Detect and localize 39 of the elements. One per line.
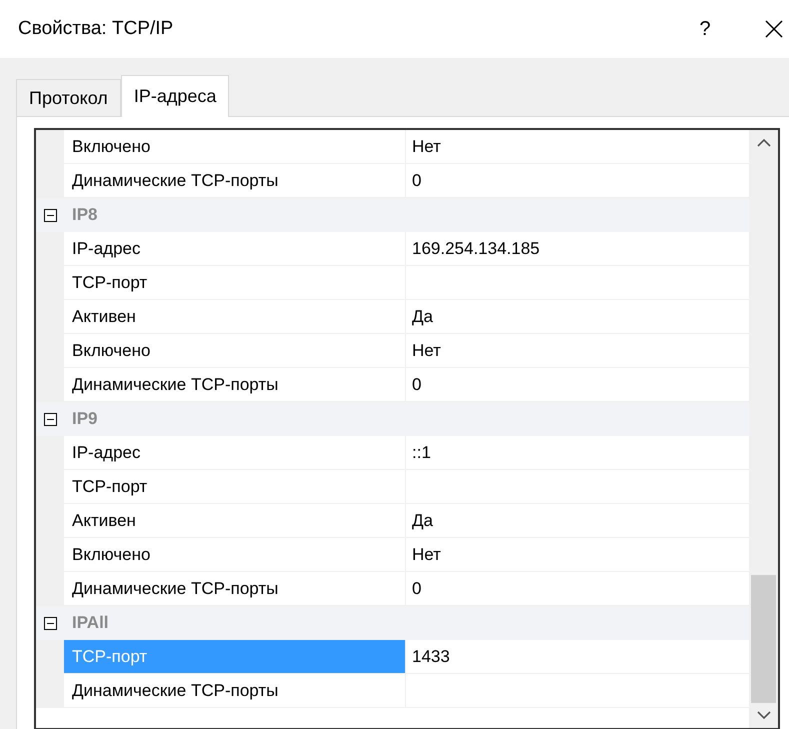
collapse-icon[interactable] (44, 616, 56, 630)
property-value[interactable]: Нет (412, 338, 441, 364)
property-name[interactable]: Активен (64, 504, 406, 537)
scrollbar-thumb[interactable] (751, 575, 776, 703)
property-value[interactable]: Нет (412, 542, 441, 568)
collapse-icon[interactable] (44, 208, 56, 222)
property-value[interactable]: 0 (412, 168, 422, 194)
property-name[interactable]: Включено (64, 334, 406, 367)
property-name[interactable]: IP-адрес (64, 232, 406, 265)
property-name[interactable]: Динамические TCP-порты (64, 164, 406, 197)
property-name[interactable]: IP-адрес (64, 436, 406, 469)
help-button[interactable]: ? (685, 14, 725, 44)
property-value[interactable]: 169.254.134.185 (412, 236, 540, 262)
property-value[interactable]: Нет (412, 134, 441, 160)
property-value[interactable]: Да (412, 508, 433, 534)
property-value[interactable]: Да (412, 304, 433, 330)
scroll-down-icon[interactable] (756, 711, 770, 720)
property-name[interactable]: Динамические TCP-порты (64, 572, 406, 605)
property-value[interactable]: ::1 (412, 440, 431, 466)
property-name[interactable]: TCP-порт (64, 470, 406, 503)
property-name[interactable]: Включено (64, 130, 406, 163)
collapse-icon[interactable] (44, 412, 56, 426)
group-name: IPAll (72, 612, 109, 634)
scrollbar[interactable] (749, 130, 778, 728)
close-icon[interactable] (765, 20, 783, 38)
group-name: IP8 (72, 204, 98, 226)
group-name: IP9 (72, 408, 98, 430)
property-name[interactable]: Динамические TCP-порты (64, 368, 406, 401)
property-name[interactable]: Активен (64, 300, 406, 333)
tab[interactable]: IP-адреса (120, 75, 230, 117)
property-value[interactable]: 1433 (412, 644, 450, 670)
property-name[interactable]: Включено (64, 538, 406, 571)
property-name[interactable]: Динамические TCP-порты (64, 674, 406, 707)
property-value[interactable]: 0 (412, 576, 422, 602)
property-value[interactable]: 0 (412, 372, 422, 398)
scroll-up-icon[interactable] (756, 138, 770, 147)
property-name[interactable]: TCP-порт (64, 266, 406, 299)
window-title: Свойства: TCP/IP (18, 16, 174, 41)
tab[interactable]: Протокол (16, 79, 121, 116)
